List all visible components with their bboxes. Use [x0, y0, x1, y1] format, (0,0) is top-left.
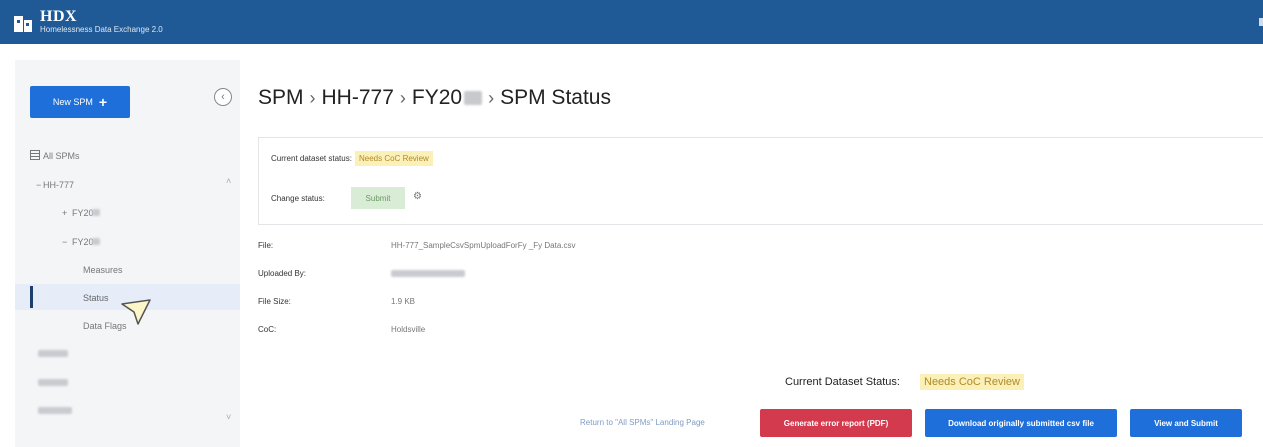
sidebar-item-status[interactable]: Status — [83, 293, 109, 303]
file-label: File: — [258, 241, 274, 250]
redacted-year — [92, 209, 100, 216]
breadcrumb-spm[interactable]: SPM — [258, 86, 304, 110]
gear-icon[interactable]: ⚙ — [413, 191, 422, 202]
sidebar-item-fy-a[interactable]: FY20 — [72, 208, 94, 218]
page-title: SPM Status — [500, 86, 611, 109]
file-size-label: File Size: — [258, 297, 291, 306]
breadcrumb-separator-icon: › — [488, 87, 495, 108]
redacted-year — [464, 91, 483, 105]
redacted-uploader — [391, 270, 465, 277]
coc-value: Holdsville — [391, 325, 426, 334]
chevron-up-icon[interactable]: ˄ — [226, 176, 231, 186]
breadcrumb-coc[interactable]: HH-777 — [322, 86, 394, 110]
view-and-submit-button[interactable]: View and Submit — [1130, 409, 1242, 437]
collapse-sidebar-icon[interactable]: ‹ — [214, 88, 232, 106]
tree-collapse-icon[interactable]: − — [62, 237, 67, 247]
chevron-down-icon[interactable]: ˅ — [226, 412, 231, 422]
uploaded-by-label: Uploaded By: — [258, 269, 307, 278]
change-status-label: Change status: — [271, 194, 325, 203]
tree-expand-icon[interactable]: + — [62, 208, 67, 218]
sidebar-item-fy-b[interactable]: FY20 — [72, 237, 94, 247]
topbar-menu-edge[interactable] — [1259, 18, 1263, 26]
redacted-year — [92, 238, 100, 245]
current-status-label: Current dataset status: — [271, 154, 352, 163]
list-icon — [30, 150, 40, 160]
file-name: HH-777_SampleCsvSpmUploadForFy _Fy Data.… — [391, 241, 576, 250]
breadcrumb-fiscal-year[interactable]: FY20 — [412, 86, 462, 110]
breadcrumb-separator-icon: › — [399, 87, 406, 108]
coc-label: CoC: — [258, 325, 277, 334]
download-csv-button[interactable]: Download originally submitted csv file — [925, 409, 1117, 437]
sidebar-item-all-spms[interactable]: All SPMs — [43, 151, 80, 161]
sidebar-item-hh777[interactable]: HH-777 — [43, 180, 74, 190]
active-indicator — [30, 286, 33, 308]
redacted-sidebar-item[interactable] — [38, 407, 72, 414]
current-dataset-status-badge: Needs CoC Review — [920, 374, 1024, 390]
breadcrumb-separator-icon: › — [309, 87, 316, 108]
file-size-value: 1.9 KB — [391, 297, 416, 306]
top-bar: HDX Homelessness Data Exchange 2.0 — [0, 0, 1263, 44]
submit-status-button[interactable]: Submit — [351, 187, 405, 209]
redacted-sidebar-item[interactable] — [38, 379, 68, 386]
tree-collapse-hh777-icon[interactable]: − — [36, 180, 41, 190]
generate-error-report-button[interactable]: Generate error report (PDF) — [760, 409, 912, 437]
logo-subtitle: Homelessness Data Exchange 2.0 — [40, 25, 163, 34]
redacted-sidebar-item[interactable] — [38, 350, 68, 357]
sidebar — [15, 60, 240, 447]
plus-icon: + — [98, 94, 108, 110]
logo-title[interactable]: HDX — [40, 8, 77, 26]
home-logo-icon — [14, 16, 32, 32]
return-to-all-spms-link[interactable]: Return to "All SPMs" Landing Page — [580, 418, 705, 427]
pointer-cursor-icon — [121, 299, 151, 325]
new-spm-label: New SPM — [52, 97, 93, 107]
breadcrumb: SPM › HH-777 › FY20 › SPM Status — [258, 86, 611, 110]
status-badge: Needs CoC Review — [355, 151, 433, 166]
sidebar-item-measures[interactable]: Measures — [83, 265, 123, 275]
current-dataset-status-label: Current Dataset Status: — [785, 376, 900, 388]
new-spm-button[interactable]: New SPM + — [30, 86, 130, 118]
